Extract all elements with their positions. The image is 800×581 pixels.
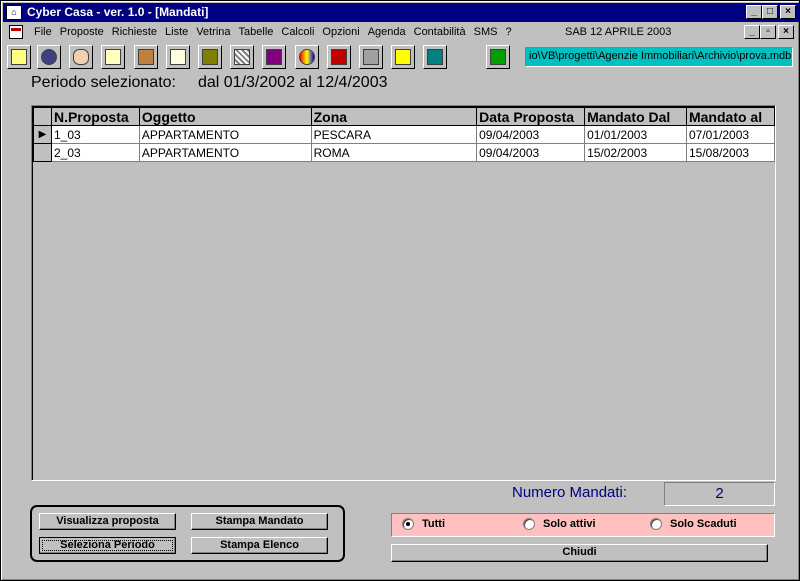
- seleziona-periodo-button[interactable]: Seleziona Periodo: [39, 537, 176, 554]
- toolbar: io\VB\progetti\Agenzie Immobiliari\Archi…: [3, 43, 799, 71]
- menu-vetrina[interactable]: Vetrina: [193, 26, 235, 38]
- radio-selected-icon[interactable]: [402, 518, 414, 530]
- column-header[interactable]: Mandato Dal: [584, 107, 687, 126]
- database-path: io\VB\progetti\Agenzie Immobiliari\Archi…: [525, 47, 793, 67]
- row-pointer-icon[interactable]: ▶: [33, 125, 52, 144]
- cell-oggetto[interactable]: APPARTAMENTO: [138, 143, 312, 162]
- table-row[interactable]: 2_03 APPARTAMENTO ROMA 09/04/2003 15/02/…: [33, 143, 775, 162]
- menu-agenda[interactable]: Agenda: [365, 26, 411, 38]
- action-button-group: Visualizza proposta Stampa Mandato Selez…: [30, 505, 345, 562]
- cell-mandato-al[interactable]: 15/08/2003: [685, 143, 775, 162]
- menu-bar: File Proposte Richieste Liste Vetrina Ta…: [3, 23, 799, 42]
- period-display: Periodo selezionato: dal 01/3/2002 al 12/…: [31, 74, 387, 92]
- column-header[interactable]: Zona: [310, 107, 478, 126]
- book-icon[interactable]: [327, 45, 351, 69]
- note-icon[interactable]: [166, 45, 190, 69]
- table-row[interactable]: ▶ 1_03 APPARTAMENTO PESCARA 09/04/2003 0…: [33, 125, 775, 144]
- cell-mandato-al[interactable]: 07/01/2003: [685, 125, 775, 144]
- child-minimize-icon[interactable]: _: [744, 25, 760, 39]
- menu-proposte[interactable]: Proposte: [57, 26, 109, 38]
- child-close-icon[interactable]: ×: [778, 25, 794, 39]
- menu-help[interactable]: ?: [502, 26, 516, 38]
- cell-proposta[interactable]: 2_03: [50, 143, 140, 162]
- column-header[interactable]: N.Proposta: [50, 107, 140, 126]
- table-header-row: N.Proposta Oggetto Zona Data Proposta Ma…: [33, 107, 775, 126]
- radio-icon[interactable]: [650, 518, 662, 530]
- count-label: Numero Mandati:: [512, 484, 628, 501]
- filter-label: Tutti: [422, 518, 446, 530]
- menu-tabelle[interactable]: Tabelle: [236, 26, 279, 38]
- mandati-grid[interactable]: N.Proposta Oggetto Zona Data Proposta Ma…: [31, 105, 776, 481]
- period-range: dal 01/3/2002 al 12/4/2003: [197, 74, 388, 91]
- main-window: ⌂ Cyber Casa - ver. 1.0 - [Mandati] _ □ …: [0, 0, 800, 581]
- eye-icon[interactable]: [37, 45, 61, 69]
- mandati-table: N.Proposta Oggetto Zona Data Proposta Ma…: [33, 107, 775, 162]
- column-header[interactable]: Oggetto: [138, 107, 312, 126]
- folder-icon[interactable]: [7, 45, 31, 69]
- chart-icon[interactable]: [262, 45, 286, 69]
- monitor-icon[interactable]: [198, 45, 222, 69]
- row-selector-header: [33, 107, 52, 126]
- document-menu-icon[interactable]: [9, 25, 23, 39]
- filter-label: Solo Scaduti: [670, 518, 737, 530]
- close-icon[interactable]: ×: [780, 5, 796, 19]
- phone-icon[interactable]: [486, 45, 510, 69]
- grid-icon[interactable]: [230, 45, 254, 69]
- filter-label: Solo attivi: [543, 518, 596, 530]
- label-icon[interactable]: [391, 45, 415, 69]
- period-label: Periodo selezionato:: [31, 74, 176, 91]
- colors-icon[interactable]: [295, 45, 319, 69]
- document-icon[interactable]: [101, 45, 125, 69]
- chiudi-button[interactable]: Chiudi: [391, 544, 768, 562]
- menu-sms[interactable]: SMS: [471, 26, 503, 38]
- menu-liste[interactable]: Liste: [162, 26, 193, 38]
- cell-data-proposta[interactable]: 09/04/2003: [476, 143, 586, 162]
- ear-icon[interactable]: [69, 45, 93, 69]
- current-date: SAB 12 APRILE 2003: [565, 26, 672, 38]
- column-header[interactable]: Mandato al: [685, 107, 775, 126]
- child-restore-icon[interactable]: ▫: [760, 25, 776, 39]
- stampa-elenco-button[interactable]: Stampa Elenco: [191, 537, 328, 554]
- title-bar: ⌂ Cyber Casa - ver. 1.0 - [Mandati] _ □ …: [3, 3, 799, 22]
- person-icon[interactable]: [134, 45, 158, 69]
- cell-mandato-dal[interactable]: 15/02/2003: [584, 143, 687, 162]
- filter-attivi-radio[interactable]: Solo attivi: [523, 518, 596, 530]
- trash-icon[interactable]: [359, 45, 383, 69]
- stampa-mandato-button[interactable]: Stampa Mandato: [191, 513, 328, 530]
- cell-zona[interactable]: ROMA: [310, 143, 478, 162]
- menu-items: File Proposte Richieste Liste Vetrina Ta…: [31, 26, 517, 38]
- maximize-icon[interactable]: □: [762, 5, 778, 19]
- filter-scaduti-radio[interactable]: Solo Scaduti: [650, 518, 737, 530]
- building-icon[interactable]: [423, 45, 447, 69]
- filter-panel: Tutti Solo attivi Solo Scaduti: [391, 513, 775, 537]
- app-icon[interactable]: ⌂: [6, 5, 22, 20]
- cell-zona[interactable]: PESCARA: [310, 125, 478, 144]
- count-value: 2: [664, 482, 775, 506]
- cell-oggetto[interactable]: APPARTAMENTO: [138, 125, 312, 144]
- column-header[interactable]: Data Proposta: [476, 107, 586, 126]
- radio-icon[interactable]: [523, 518, 535, 530]
- window-title: Cyber Casa - ver. 1.0 - [Mandati]: [27, 5, 209, 19]
- row-selector[interactable]: [33, 143, 52, 162]
- visualizza-proposta-button[interactable]: Visualizza proposta: [39, 513, 176, 530]
- cell-mandato-dal[interactable]: 01/01/2003: [584, 125, 687, 144]
- cell-data-proposta[interactable]: 09/04/2003: [476, 125, 586, 144]
- menu-file[interactable]: File: [31, 26, 57, 38]
- menu-contabilita[interactable]: Contabilità: [411, 26, 471, 38]
- minimize-icon[interactable]: _: [746, 5, 762, 19]
- menu-richieste[interactable]: Richieste: [109, 26, 162, 38]
- cell-proposta[interactable]: 1_03: [50, 125, 140, 144]
- filter-tutti-radio[interactable]: Tutti: [402, 518, 445, 530]
- menu-calcoli[interactable]: Calcoli: [278, 26, 319, 38]
- menu-opzioni[interactable]: Opzioni: [319, 26, 364, 38]
